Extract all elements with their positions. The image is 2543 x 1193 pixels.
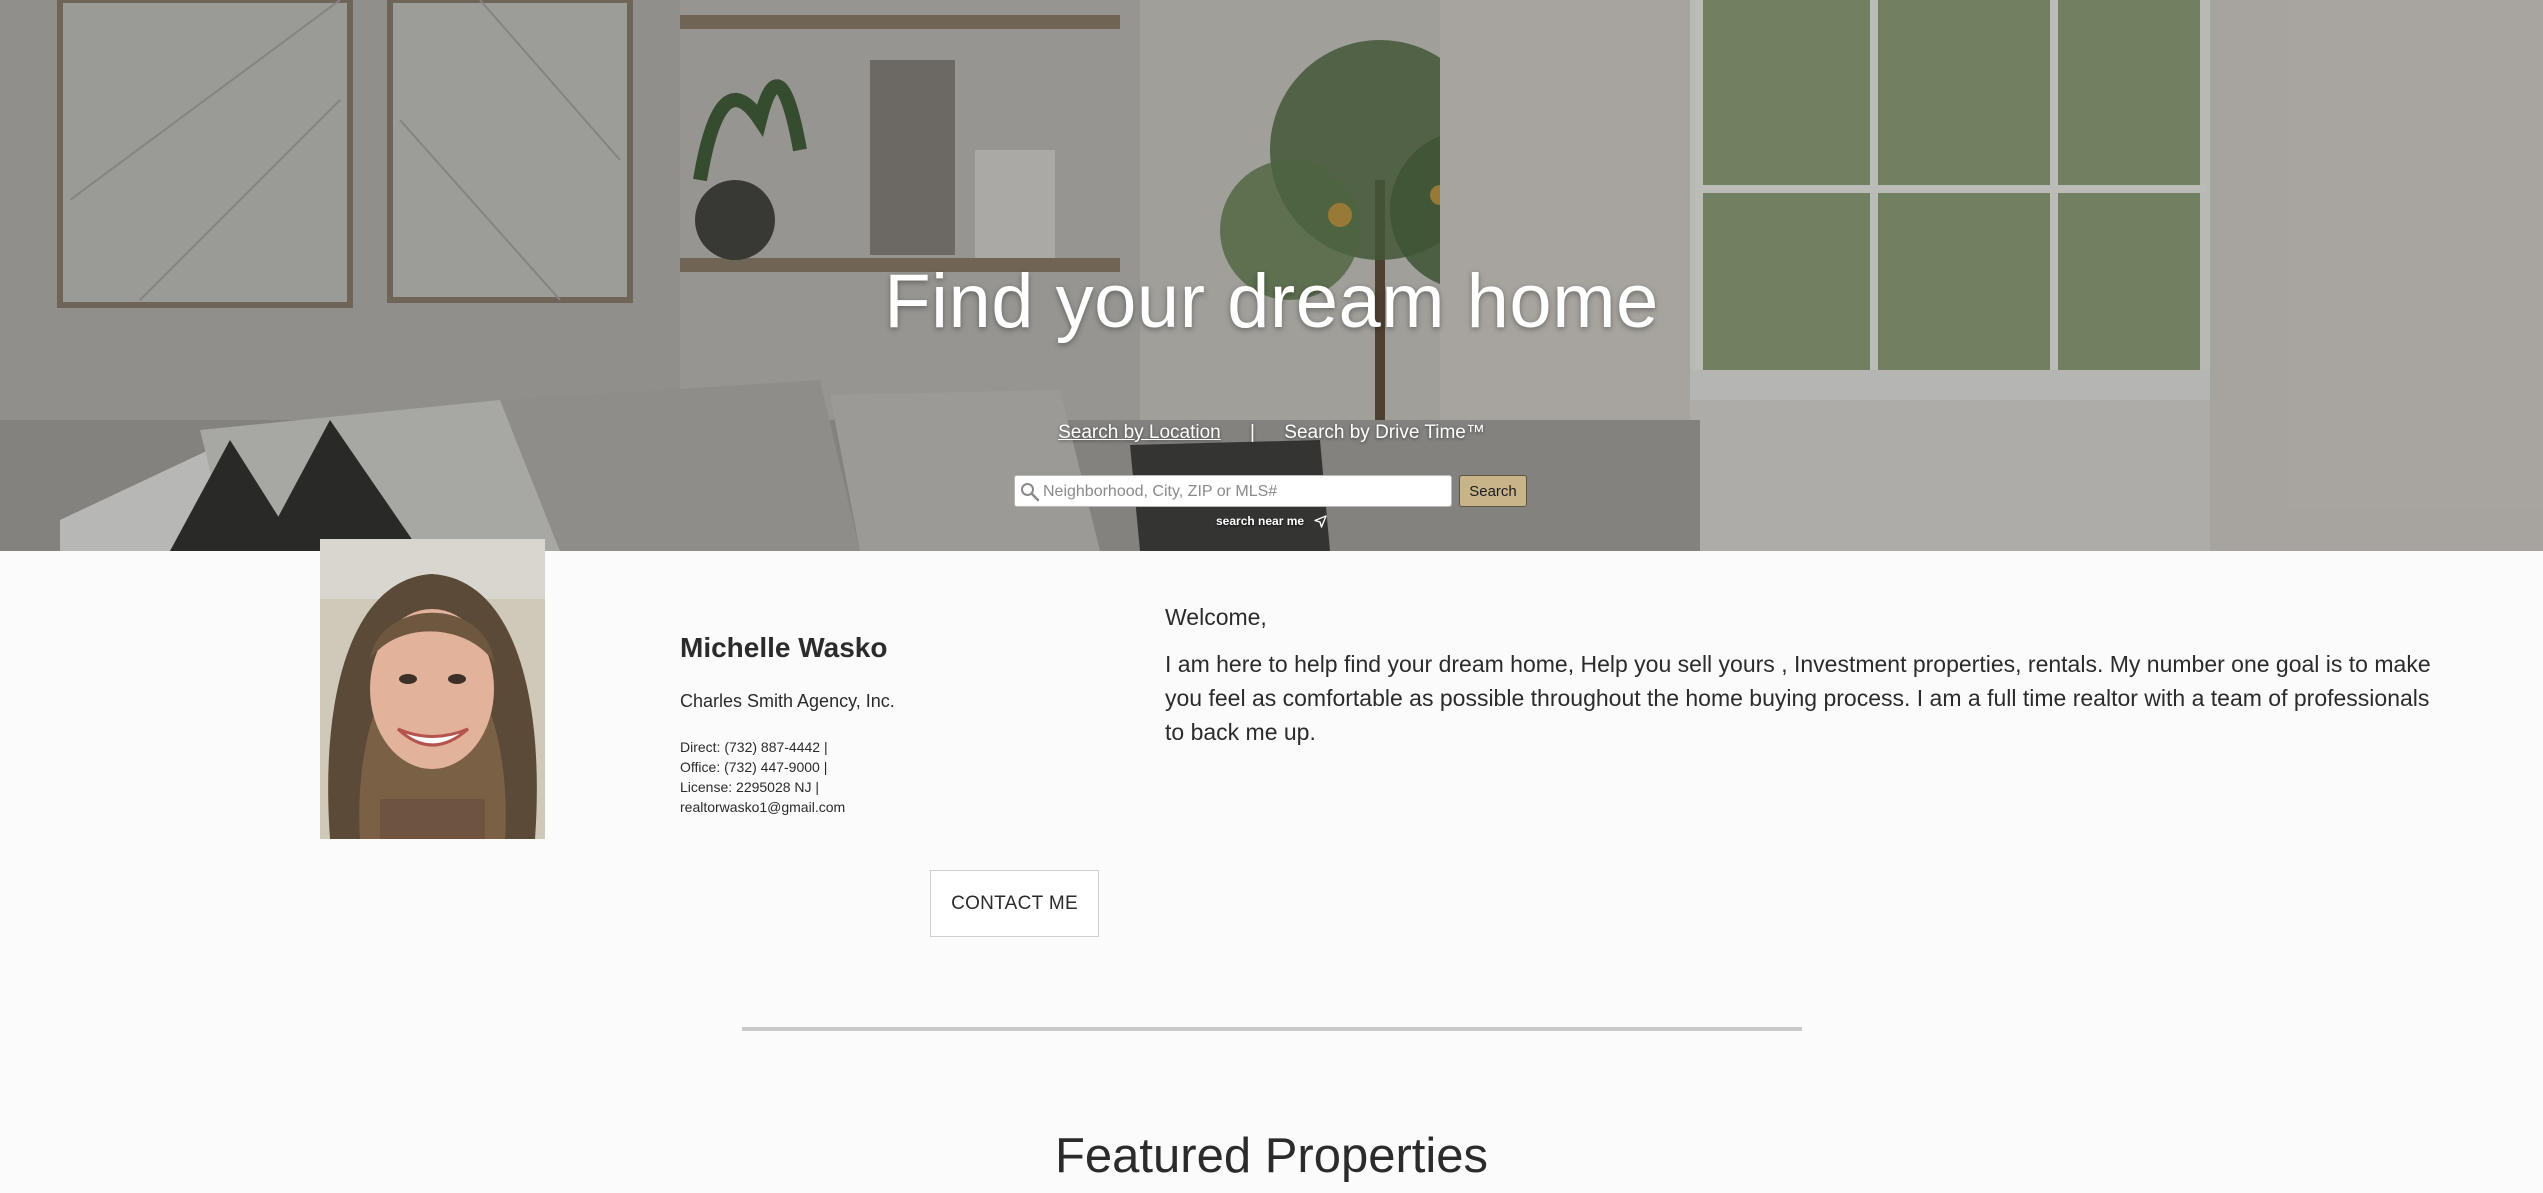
tab-search-by-drive-time[interactable]: Search by Drive Time™ <box>1284 422 1485 444</box>
agent-avatar <box>320 539 545 839</box>
agent-bio: I am here to help find your dream home, … <box>1165 651 2431 745</box>
search-icon <box>1021 483 1040 502</box>
tab-separator: | <box>1250 422 1255 443</box>
location-arrow-icon <box>1314 514 1327 528</box>
contact-me-button[interactable]: CONTACT ME <box>930 870 1099 937</box>
featured-properties-title: Featured Properties <box>1054 1129 1489 1183</box>
agent-direct-phone: Direct: (732) 887-4442 | <box>680 739 828 755</box>
search-near-me-link[interactable]: search near me <box>1216 514 1327 528</box>
welcome-heading: Welcome, <box>1165 604 1267 630</box>
hero-banner: Find your dream home Search by Location … <box>0 0 2543 551</box>
agent-license: License: 2295028 NJ | <box>680 779 820 795</box>
search-bar: Search <box>1014 474 1527 508</box>
agent-photo <box>320 539 545 839</box>
agent-office-phone: Office: (732) 447-9000 | <box>680 759 828 775</box>
search-mode-tabs: Search by Location | Search by Drive Tim… <box>0 422 2543 444</box>
hero-title: Find your dream home <box>884 259 1659 344</box>
agent-agency: Charles Smith Agency, Inc. <box>680 691 895 711</box>
agent-email: realtorwasko1@gmail.com <box>680 799 846 815</box>
agent-name: Michelle Wasko <box>680 632 888 663</box>
search-field-wrapper <box>1014 475 1452 507</box>
search-input[interactable] <box>1041 478 1445 506</box>
section-divider <box>742 1027 1802 1031</box>
search-near-me-label: search near me <box>1216 514 1305 528</box>
search-button[interactable]: Search <box>1459 475 1527 507</box>
tab-search-by-location[interactable]: Search by Location <box>1058 422 1221 444</box>
agent-contact-details: Direct: (732) 887-4442 | Office: (732) 4… <box>680 737 845 817</box>
